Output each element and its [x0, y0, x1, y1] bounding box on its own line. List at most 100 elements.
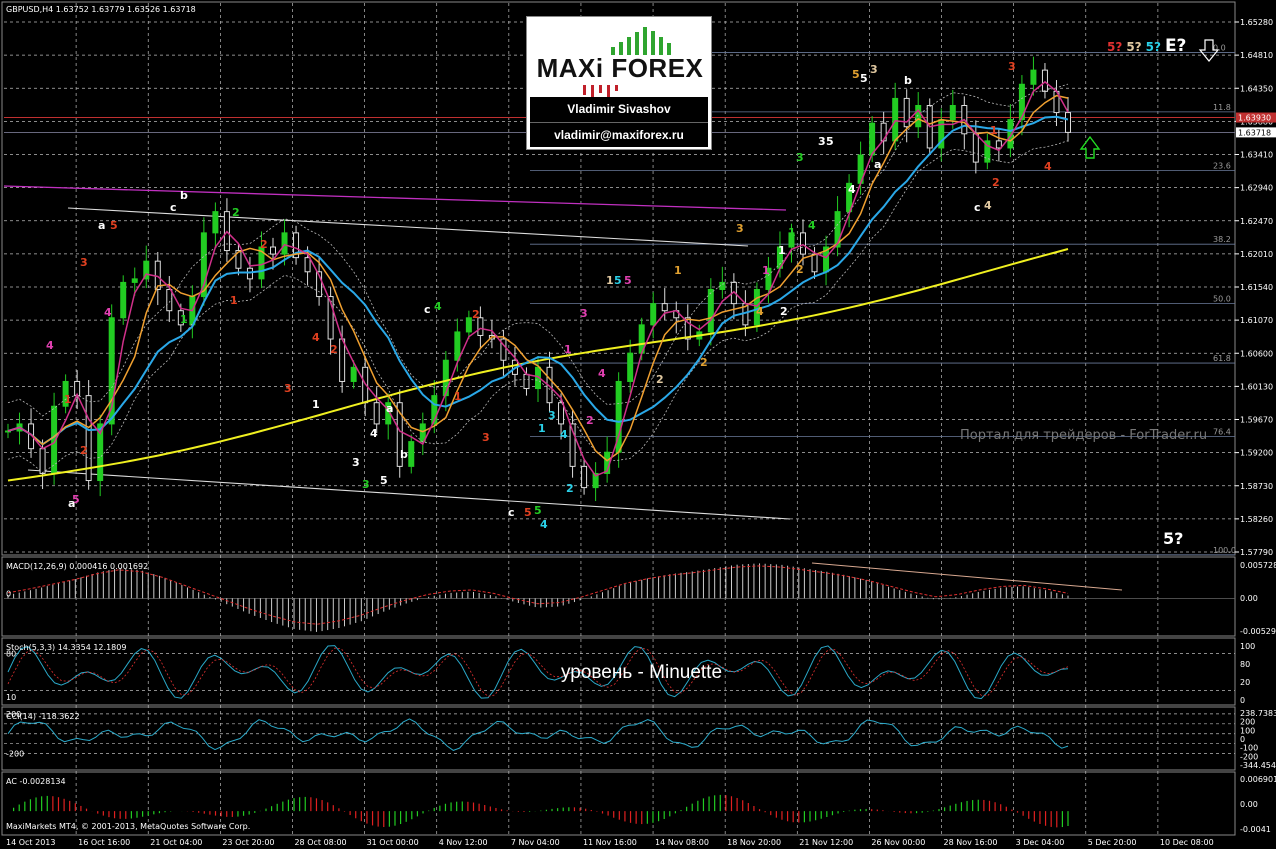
wave-label: 1 [606, 274, 614, 287]
candle-body [281, 232, 288, 255]
candle-body [558, 402, 565, 425]
price-axis-label: 1.58730 [1240, 482, 1273, 491]
stoch-left-label: 10 [6, 693, 16, 702]
candle-body [1065, 112, 1071, 133]
wave-label: b [904, 74, 912, 87]
cci-axis-label: -100 [1240, 744, 1258, 753]
wave-label: 1 [180, 313, 188, 326]
ac-header: AC -0.0028134 [6, 777, 66, 786]
candle-body [304, 257, 311, 273]
candle-body [995, 140, 1002, 149]
wave-label: 1 [454, 390, 462, 403]
wave-label: a [68, 497, 75, 510]
fib-label: 76.4 [1213, 428, 1231, 437]
ac-axis-label: 0.00 [1240, 800, 1258, 809]
candle-body [246, 267, 253, 280]
cci-axis-label: 238.7383 [1240, 709, 1276, 718]
wave-label: 4 [434, 300, 442, 313]
cci-left-label: -200 [6, 750, 24, 759]
macd-pane[interactable] [1, 556, 1236, 637]
candle-body [650, 303, 657, 326]
wave-label: 3 [284, 382, 292, 395]
wave-label: 4 [370, 427, 378, 440]
cci-axis-label: 0 [1240, 735, 1245, 744]
price-axis-label: 1.59200 [1240, 449, 1273, 458]
wave-label: 2 [700, 356, 708, 369]
wave-label: 2 [232, 206, 240, 219]
cci-header: CCI(14) -118.3622 [6, 712, 80, 721]
candle-body [339, 338, 346, 382]
price-axis-label: 1.62940 [1240, 184, 1273, 193]
wave-label: 4 [984, 199, 992, 212]
top-wave-label: 5? [1126, 40, 1142, 54]
wave-label: 2 [656, 373, 664, 386]
author-email[interactable]: vladimir@maxiforex.ru [530, 123, 708, 148]
time-axis-label: 3 Dec 04:00 [1016, 838, 1065, 847]
wave-label: 4 [756, 305, 764, 318]
stoch-axis-label: 0 [1240, 696, 1245, 705]
wave-label: 4 [1044, 160, 1052, 173]
wave-label: 1 [762, 264, 770, 277]
macd-zero-left-label: 0 [6, 589, 11, 598]
wave-label: 4 [540, 518, 548, 531]
top-wave-label: 5? [1107, 40, 1123, 54]
wave-label: 5 [826, 135, 834, 148]
price-axis-label: 1.57790 [1240, 548, 1273, 557]
top-wave-label: E? [1164, 36, 1187, 56]
price-axis-label: 1.60130 [1240, 382, 1273, 391]
wave-label: 4 [46, 339, 54, 352]
macd-header: MACD(12,26,9) 0.000416 0.001692 [6, 562, 148, 571]
candle-body [373, 402, 380, 425]
time-axis-label: 23 Oct 20:00 [222, 838, 274, 847]
candle-body [166, 288, 173, 312]
ma-fast-line [7, 94, 1069, 462]
logo-brand: MAXi FOREX [527, 53, 713, 84]
wave-label: a [98, 219, 105, 232]
wave-label: 2 [566, 482, 574, 495]
wave-label: 2 [586, 414, 594, 427]
wave-label: 2 [780, 305, 788, 318]
price-tag-red-label: 1.63930 [1238, 114, 1271, 123]
time-axis-label: 21 Oct 04:00 [150, 838, 202, 847]
wave-label: 5 [110, 219, 118, 232]
candle-body [408, 441, 415, 467]
macd-axis-label: 0.005728 [1240, 561, 1276, 570]
wave-label: 2 [472, 308, 480, 321]
macd-axis-label: 0.00 [1240, 594, 1258, 603]
wave-label: 2 [796, 263, 804, 276]
ac-axis-label: -0.0041 [1240, 825, 1271, 834]
candle-body [972, 133, 979, 163]
wave-label: 3 [352, 456, 360, 469]
wave-label: 5 [852, 68, 860, 81]
candle-body [892, 97, 899, 142]
macd-signal-line [7, 565, 1069, 625]
wave-label: 4 [848, 183, 856, 196]
ac-axis-label: 0.006901 [1240, 775, 1276, 784]
wave-label: a [874, 158, 881, 171]
wave-label: 5 [860, 72, 868, 85]
candle-body [915, 104, 922, 128]
price-axis-label: 1.62010 [1240, 250, 1273, 259]
wave-label: c [974, 201, 981, 214]
candle-body [131, 278, 138, 283]
wave-label: 4 [312, 331, 320, 344]
wave-label: 3 [80, 256, 88, 269]
time-axis-label: 10 Dec 08:00 [1160, 838, 1214, 847]
price-axis-label: 1.61540 [1240, 283, 1273, 292]
trendline-lower [27, 469, 791, 520]
time-axis-label: 28 Nov 16:00 [944, 838, 998, 847]
candle-body [1030, 69, 1037, 85]
top-wave-label: 5? [1145, 40, 1161, 54]
wave-label: 1 [778, 244, 786, 257]
wave-label: 1 [538, 422, 546, 435]
price-axis-label: 1.61070 [1240, 316, 1273, 325]
candle-body [350, 366, 357, 382]
wave-label: 3 [818, 135, 826, 148]
maxiforex-logo: MAXi FOREX Vladimir Sivashov vladimir@ma… [526, 16, 712, 150]
time-axis-label: 28 Oct 08:00 [294, 838, 346, 847]
candle-body [120, 281, 127, 319]
candle-body [454, 331, 461, 361]
price-axis-label: 1.64810 [1240, 51, 1273, 60]
logo-brand-left: MAXi [536, 53, 604, 83]
wave-label: a [386, 402, 393, 415]
